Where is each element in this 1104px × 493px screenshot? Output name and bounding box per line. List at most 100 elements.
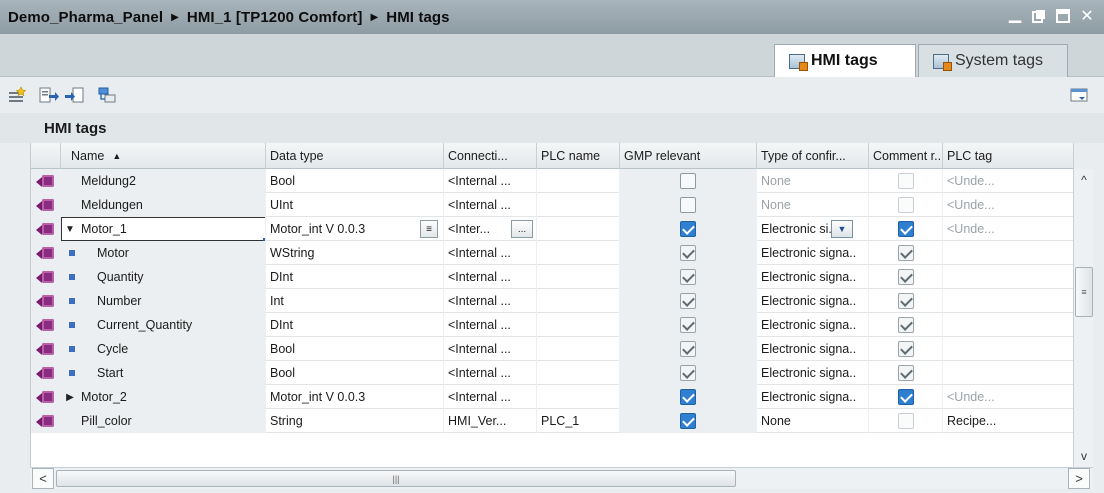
gmp-relevant-checkbox[interactable] (680, 269, 696, 285)
plc-name-cell[interactable]: PLC_1 (537, 409, 620, 433)
plc-name-cell[interactable] (537, 265, 620, 289)
tag-name-cell[interactable]: Start (61, 361, 266, 385)
table-row[interactable]: Current_Quantity DInt <Internal ... Electro… (31, 313, 1074, 337)
type-of-confirmation-cell[interactable]: Electronic signa.. (757, 289, 869, 313)
connection-cell[interactable]: <Internal ... (444, 289, 537, 313)
horizontal-scroll-thumb[interactable]: ||| (56, 470, 736, 487)
type-of-confirmation-cell[interactable]: Electronic signa.. (757, 337, 869, 361)
comment-required-cell[interactable] (869, 361, 943, 385)
connection-browse-icon[interactable]: ... (511, 220, 533, 238)
comment-required-cell[interactable] (869, 265, 943, 289)
header-gmp-relevant[interactable]: GMP relevant (620, 143, 757, 169)
type-of-confirmation-cell[interactable]: None (757, 409, 869, 433)
connection-cell[interactable]: <Internal ... (444, 169, 537, 193)
gmp-relevant-cell[interactable] (620, 241, 757, 265)
plc-name-cell[interactable] (537, 169, 620, 193)
comment-required-cell[interactable] (869, 289, 943, 313)
table-row[interactable]: Number Int <Internal ... Electronic signa.. (31, 289, 1074, 313)
export-icon[interactable] (36, 82, 62, 108)
connection-cell[interactable]: <Internal ... (444, 385, 537, 409)
comment-required-checkbox[interactable] (897, 341, 914, 357)
data-type-cell[interactable]: UInt (266, 193, 444, 217)
gmp-relevant-cell[interactable] (620, 337, 757, 361)
header-plc-tag[interactable]: PLC tag (943, 143, 1074, 169)
table-row[interactable]: Pill_color String HMI_Ver... PLC_1 None Recip… (31, 409, 1074, 433)
type-of-confirmation-cell[interactable]: Electronic signa.. (757, 385, 869, 409)
add-tag-icon[interactable] (4, 82, 30, 108)
header-name[interactable]: Name ▲ (61, 143, 266, 169)
gmp-relevant-cell[interactable] (620, 385, 757, 409)
plc-tag-cell[interactable] (943, 241, 1074, 265)
comment-required-checkbox[interactable] (897, 365, 914, 381)
data-type-cell[interactable]: DInt (266, 265, 444, 289)
comment-required-checkbox[interactable] (897, 317, 914, 333)
maximize-icon[interactable] (1052, 4, 1074, 28)
type-of-confirmation-cell[interactable]: Electronic signa.. (757, 361, 869, 385)
plc-tag-cell[interactable]: <Unde... (943, 193, 1074, 217)
comment-required-cell[interactable] (869, 193, 943, 217)
comment-required-cell[interactable] (869, 169, 943, 193)
plc-name-cell[interactable] (537, 337, 620, 361)
comment-required-cell[interactable] (869, 385, 943, 409)
data-type-cell[interactable]: Bool (266, 337, 444, 361)
comment-required-cell[interactable] (869, 241, 943, 265)
gmp-relevant-cell[interactable] (620, 193, 757, 217)
tag-name-cell[interactable]: Quantity (61, 265, 266, 289)
plc-name-cell[interactable] (537, 193, 620, 217)
header-connection[interactable]: Connecti... (444, 143, 537, 169)
connection-cell[interactable]: <Internal ... (444, 313, 537, 337)
float-icon[interactable] (1028, 4, 1050, 28)
gmp-relevant-checkbox[interactable] (680, 341, 696, 357)
minimize-icon[interactable]: ▁ (1004, 4, 1026, 28)
table-row[interactable]: Motor WString <Internal ... Electronic sign… (31, 241, 1074, 265)
table-row[interactable]: Cycle Bool <Internal ... Electronic signa.. (31, 337, 1074, 361)
tag-name-cell[interactable]: ▶ Motor_2 (61, 385, 266, 409)
header-comment-required[interactable]: Comment r.. (869, 143, 943, 169)
gmp-relevant-cell[interactable] (620, 265, 757, 289)
plc-tag-cell[interactable]: <Unde... (943, 385, 1074, 409)
comment-required-checkbox[interactable] (897, 269, 914, 285)
plc-name-cell[interactable] (537, 361, 620, 385)
breadcrumb-editor[interactable]: HMI tags (386, 9, 449, 26)
tag-name-cell[interactable]: Pill_color (61, 409, 266, 433)
gmp-relevant-cell[interactable] (620, 409, 757, 433)
connection-cell[interactable]: HMI_Ver... (444, 409, 537, 433)
data-type-cell[interactable]: DInt (266, 313, 444, 337)
gmp-relevant-checkbox[interactable] (680, 365, 696, 381)
vertical-scrollbar[interactable]: ^ ≡ v (1073, 169, 1093, 467)
data-type-cell[interactable]: Motor_int V 0.0.3 (266, 385, 444, 409)
expand-icon[interactable]: ▶ (65, 392, 75, 403)
data-type-cell[interactable]: Int (266, 289, 444, 313)
connection-cell[interactable]: <Internal ... (444, 265, 537, 289)
table-row[interactable]: Meldung2 Bool <Internal ... None <Unde... (31, 169, 1074, 193)
table-row[interactable]: ▼ Motor_1 Motor_int V 0.0.3 ≡ <Inter...... El… (31, 217, 1074, 241)
data-type-cell[interactable]: Bool (266, 361, 444, 385)
comment-required-checkbox[interactable] (897, 221, 914, 237)
tag-name-cell[interactable]: Number (61, 289, 266, 313)
gmp-relevant-cell[interactable] (620, 313, 757, 337)
gmp-relevant-cell[interactable] (620, 361, 757, 385)
gmp-relevant-cell[interactable] (620, 289, 757, 313)
connection-cell[interactable]: <Internal ... (444, 193, 537, 217)
type-of-confirmation-cell[interactable]: Electronic signa.. (757, 241, 869, 265)
comment-required-cell[interactable] (869, 409, 943, 433)
plc-tag-cell[interactable] (943, 361, 1074, 385)
gmp-relevant-checkbox[interactable] (680, 245, 696, 261)
plc-tag-cell[interactable]: <Unde... (943, 169, 1074, 193)
data-type-cell[interactable]: WString (266, 241, 444, 265)
type-of-confirmation-cell[interactable]: Electronic si... ▼ (757, 217, 869, 241)
gmp-relevant-checkbox[interactable] (680, 173, 696, 189)
table-row[interactable]: Start Bool <Internal ... Electronic signa.. (31, 361, 1074, 385)
tag-name-cell[interactable]: Current_Quantity (61, 313, 266, 337)
plc-tag-cell[interactable] (943, 265, 1074, 289)
connection-cell[interactable]: <Internal ... (444, 337, 537, 361)
gmp-relevant-checkbox[interactable] (680, 293, 696, 309)
plc-tag-cell[interactable]: <Unde... (943, 217, 1074, 241)
vertical-scroll-thumb[interactable]: ≡ (1075, 267, 1093, 317)
tag-name-cell[interactable]: ▼ Motor_1 (61, 217, 266, 241)
tag-name-cell[interactable]: Meldungen (61, 193, 266, 217)
connection-cell[interactable]: <Inter...... (444, 217, 537, 241)
plc-tag-cell[interactable] (943, 289, 1074, 313)
tab-system-tags[interactable]: System tags (918, 44, 1068, 77)
tag-name-cell[interactable]: Motor (61, 241, 266, 265)
